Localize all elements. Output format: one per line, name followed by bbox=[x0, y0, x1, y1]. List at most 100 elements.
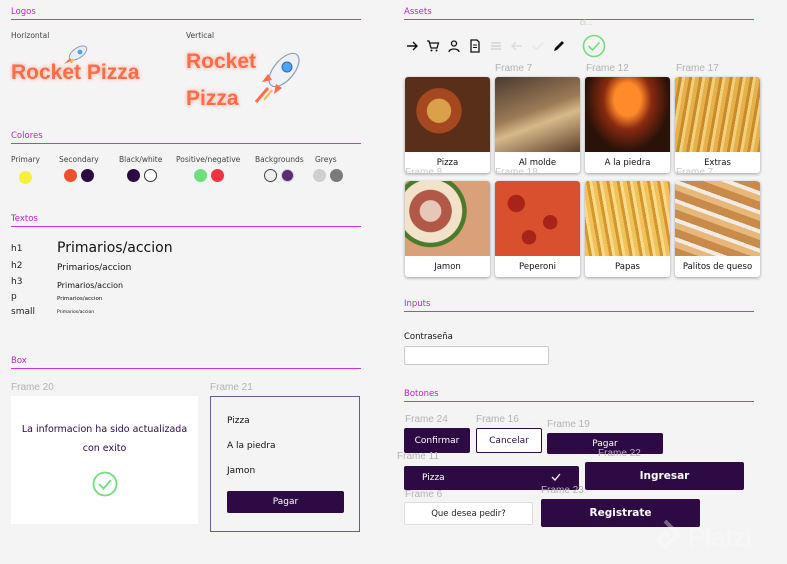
frame-label: Frame 7 bbox=[676, 167, 714, 178]
color-group-label: Primary bbox=[11, 155, 40, 164]
pencil-icon bbox=[552, 38, 566, 57]
fries-photo bbox=[675, 77, 760, 152]
frame-label: Frame 21 bbox=[210, 382, 253, 393]
password-field[interactable] bbox=[404, 346, 549, 365]
cart-icon bbox=[426, 38, 440, 57]
confirm-button[interactable]: Confirmar bbox=[404, 428, 470, 453]
frame-label: Frame 19 bbox=[547, 419, 590, 430]
success-message: La informacion ha sido actualizada con e… bbox=[21, 424, 188, 454]
asset-card-papas[interactable]: Papas bbox=[585, 181, 670, 277]
asset-card-caption: Jamon bbox=[434, 261, 461, 272]
asset-card-caption: Palitos de queso bbox=[682, 261, 753, 272]
color-group-label: Backgrounds bbox=[255, 155, 304, 164]
color-group-label: Black/white bbox=[119, 155, 163, 164]
order-item: A la piedra bbox=[227, 441, 276, 451]
swatch bbox=[313, 169, 326, 182]
swatch bbox=[127, 169, 140, 182]
select-value: Pizza bbox=[422, 473, 445, 483]
asset-card-peperoni[interactable]: Peperoni bbox=[495, 181, 580, 277]
frame-label: Frame 23 bbox=[541, 485, 584, 496]
swatch bbox=[64, 169, 77, 182]
frame-label: Frame 12 bbox=[586, 63, 629, 74]
frame-label: Frame 22 bbox=[598, 448, 641, 459]
frame-label: cl... bbox=[580, 18, 593, 27]
color-swatch-backgrounds bbox=[264, 169, 294, 182]
watermark-text: Platzi bbox=[688, 521, 752, 552]
type-tag-h1: h1 bbox=[11, 244, 23, 254]
logo-vertical-label: Vertical bbox=[186, 31, 215, 40]
section-divider bbox=[11, 143, 361, 144]
section-title-assets: Assets bbox=[404, 7, 432, 17]
swatch bbox=[330, 169, 343, 182]
asset-card-a-la-piedra[interactable]: A la piedra bbox=[585, 77, 670, 173]
logo-horizontal-label: Horizontal bbox=[11, 31, 50, 40]
swatch bbox=[264, 169, 277, 182]
frame-label: Frame 7 bbox=[495, 63, 533, 74]
order-box: Pizza A la piedra Jamon Pagar bbox=[210, 396, 360, 532]
pizza-photo bbox=[405, 181, 490, 256]
cancel-button[interactable]: Cancelar bbox=[476, 428, 542, 453]
order-prompt-button[interactable]: Que desea pedir? bbox=[404, 502, 533, 525]
color-group-label: Greys bbox=[315, 155, 337, 164]
asset-card-jamon[interactable]: Jamon bbox=[405, 181, 490, 277]
type-sample-h1: Primarios/accion bbox=[57, 240, 173, 256]
frame-label: Frame 8 bbox=[405, 167, 443, 178]
type-sample-p: Primarios/accion bbox=[57, 296, 103, 302]
section-title-inputs: Inputs bbox=[404, 299, 431, 309]
success-box: La informacion ha sido actualizada con e… bbox=[11, 396, 198, 524]
platzi-logo-icon bbox=[648, 518, 682, 556]
check-circle-icon bbox=[582, 34, 606, 62]
platzi-watermark: Platzi bbox=[648, 518, 752, 556]
pizza-photo bbox=[495, 181, 580, 256]
cheese-sticks-photo bbox=[675, 181, 760, 256]
asset-card-caption: A la piedra bbox=[604, 157, 651, 168]
section-divider bbox=[11, 368, 361, 369]
type-sample-small: Primarios/accion bbox=[57, 310, 95, 315]
asset-card-al-molde[interactable]: Al molde bbox=[495, 77, 580, 173]
arrow-left-icon bbox=[510, 38, 524, 57]
swatch bbox=[194, 169, 207, 182]
frame-label: Frame 11 bbox=[397, 451, 440, 462]
pizza-photo bbox=[585, 77, 670, 152]
type-sample-h3: Primarios/accion bbox=[57, 281, 124, 290]
color-swatch-positive-negative bbox=[194, 169, 224, 182]
type-sample-h2: Primarios/accion bbox=[57, 263, 132, 273]
color-swatch-secondary bbox=[64, 169, 94, 182]
order-item: Jamon bbox=[227, 466, 256, 476]
document-icon bbox=[468, 38, 482, 57]
swatch bbox=[19, 171, 32, 184]
frame-label: Frame 6 bbox=[405, 489, 443, 500]
swatch bbox=[144, 169, 157, 182]
login-button[interactable]: Ingresar bbox=[585, 462, 744, 490]
pay-button[interactable]: Pagar bbox=[227, 491, 344, 513]
section-title-logos: Logos bbox=[11, 7, 36, 17]
asset-card-extras[interactable]: Extras bbox=[675, 77, 760, 173]
icon-row bbox=[405, 38, 566, 57]
section-divider bbox=[11, 226, 361, 227]
type-tag-small: small bbox=[11, 307, 35, 317]
logo-vertical-word1: Rocket bbox=[186, 50, 257, 73]
check-circle-icon bbox=[92, 471, 118, 501]
pizza-photo bbox=[405, 77, 490, 152]
section-title-buttons: Botones bbox=[404, 389, 439, 399]
rocket-icon bbox=[252, 48, 306, 108]
pizza-photo bbox=[495, 77, 580, 152]
asset-card-pizza[interactable]: Pizza bbox=[405, 77, 490, 173]
section-title-texts: Textos bbox=[11, 214, 38, 224]
color-swatch-greys bbox=[313, 169, 343, 182]
asset-card-caption: Peperoni bbox=[519, 261, 556, 272]
color-swatch-black-white bbox=[127, 169, 157, 182]
color-group-label: Secondary bbox=[59, 155, 99, 164]
arrow-right-icon bbox=[405, 38, 419, 57]
section-divider bbox=[11, 19, 361, 20]
logo-horizontal: Rocket Pizza bbox=[11, 61, 140, 84]
frame-label: Frame 18 bbox=[495, 167, 538, 178]
section-divider bbox=[404, 19, 754, 20]
asset-card-palitos-de-queso[interactable]: Palitos de queso bbox=[675, 181, 760, 277]
section-divider bbox=[404, 401, 754, 402]
section-title-box: Box bbox=[11, 356, 27, 366]
swatch bbox=[211, 169, 224, 182]
section-title-colors: Colores bbox=[11, 131, 43, 141]
swatch bbox=[281, 169, 294, 182]
order-item: Pizza bbox=[227, 416, 250, 426]
